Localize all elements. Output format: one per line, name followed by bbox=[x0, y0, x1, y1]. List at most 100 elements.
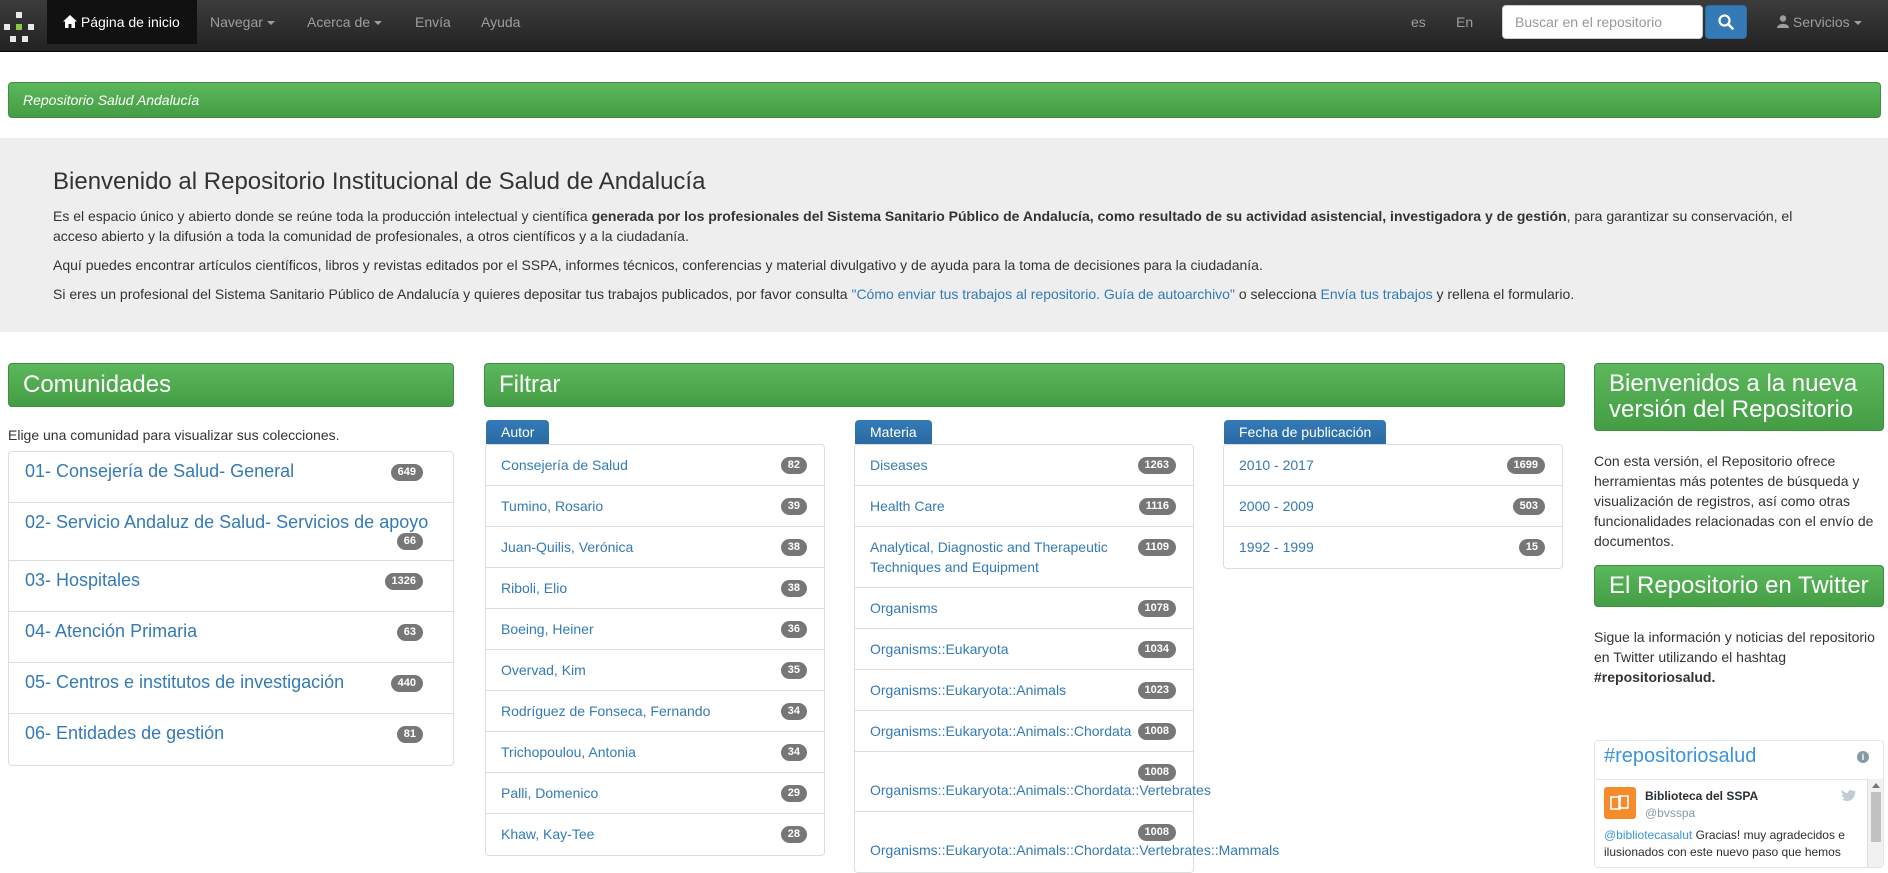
welcome-paragraph-1: Es el espacio único y abierto donde se r… bbox=[53, 206, 1835, 246]
breadcrumb-item[interactable]: Repositorio Salud Andalucía bbox=[23, 92, 199, 108]
facet-item[interactable]: Trichopoulou, Antonia 34 bbox=[486, 732, 824, 773]
facet-link[interactable]: Boeing, Heiner bbox=[501, 619, 809, 639]
facet-item[interactable]: Organisms::Eukaryota::Animals::Chordata:… bbox=[855, 752, 1211, 812]
scrollbar-thumb[interactable] bbox=[1870, 792, 1881, 842]
facet-item[interactable]: Organisms::Eukaryota::Animals 1023 bbox=[855, 670, 1193, 711]
nav-help[interactable]: Ayuda bbox=[481, 0, 520, 44]
community-item[interactable]: 01- Consejería de Salud- General 649 bbox=[9, 452, 453, 503]
facet-item[interactable]: Juan-Quilis, Verónica 38 bbox=[486, 527, 824, 568]
caret-down-icon bbox=[1853, 21, 1862, 26]
facet-link[interactable]: Palli, Domenico bbox=[501, 783, 809, 803]
facet-link[interactable]: Organisms::Eukaryota::Animals::Chordata:… bbox=[870, 822, 1279, 860]
facet-item[interactable]: Organisms 1078 bbox=[855, 588, 1193, 629]
author-tab[interactable]: Autor bbox=[486, 420, 550, 444]
facet-item[interactable]: Khaw, Kay-Tee 28 bbox=[486, 814, 824, 855]
community-item[interactable]: 04- Atención Primaria 63 bbox=[9, 612, 453, 663]
nav-services-dropdown[interactable]: Servicios bbox=[1777, 0, 1862, 44]
count-badge: 1326 bbox=[384, 573, 423, 590]
facet-item[interactable]: Analytical, Diagnostic and Therapeutic T… bbox=[855, 527, 1193, 588]
facet-item[interactable]: Palli, Domenico 29 bbox=[486, 773, 824, 814]
community-link[interactable]: 05- Centros e institutos de investigació… bbox=[25, 672, 344, 692]
tweet-author-name[interactable]: Biblioteca del SSPA bbox=[1645, 789, 1758, 803]
facet-item[interactable]: Consejería de Salud 82 bbox=[486, 445, 824, 486]
facet-item[interactable]: Health Care 1116 bbox=[855, 486, 1193, 527]
facet-item[interactable]: Overvad, Kim 35 bbox=[486, 650, 824, 691]
twitter-widget-title[interactable]: #repositoriosalud bbox=[1604, 745, 1756, 768]
scroll-up-arrow-icon[interactable] bbox=[1871, 783, 1880, 788]
facet-link[interactable]: Organisms::Eukaryota::Animals::Chordata bbox=[870, 721, 1178, 741]
facet-link[interactable]: Diseases bbox=[870, 455, 1178, 475]
nav-browse-dropdown[interactable]: Navegar bbox=[210, 0, 275, 44]
lang-en[interactable]: En bbox=[1456, 0, 1473, 44]
facet-item[interactable]: Organisms::Eukaryota::Animals::Chordata:… bbox=[855, 812, 1279, 872]
facet-item[interactable]: Diseases 1263 bbox=[855, 445, 1193, 486]
tweet-author-handle[interactable]: @bvsspa bbox=[1645, 806, 1695, 820]
facet-link[interactable]: 2010 - 2017 bbox=[1239, 455, 1547, 475]
date-list: 2010 - 2017 1699 2000 - 2009 503 1992 - 19… bbox=[1223, 444, 1563, 569]
facet-item[interactable]: 2000 - 2009 503 bbox=[1224, 486, 1562, 527]
community-link[interactable]: 01- Consejería de Salud- General bbox=[25, 461, 294, 481]
community-link[interactable]: 03- Hospitales bbox=[25, 570, 140, 590]
facet-link[interactable]: Rodríguez de Fonseca, Fernando bbox=[501, 701, 809, 721]
facet-item[interactable]: Tumino, Rosario 39 bbox=[486, 486, 824, 527]
search-input[interactable] bbox=[1502, 5, 1703, 39]
facet-item[interactable]: Rodríguez de Fonseca, Fernando 34 bbox=[486, 691, 824, 732]
facet-item[interactable]: Organisms::Eukaryota 1034 bbox=[855, 629, 1193, 670]
facet-link[interactable]: Riboli, Elio bbox=[501, 578, 809, 598]
welcome-paragraph-2: Aquí puedes encontrar artículos científi… bbox=[53, 257, 1263, 273]
info-icon[interactable]: i bbox=[1857, 751, 1869, 763]
community-link[interactable]: 02- Servicio Andaluz de Salud- Servicios… bbox=[25, 512, 428, 532]
facet-link[interactable]: Juan-Quilis, Verónica bbox=[501, 537, 809, 557]
count-badge: 649 bbox=[390, 464, 423, 481]
count-badge: 66 bbox=[396, 533, 423, 550]
count-badge: 82 bbox=[780, 457, 807, 474]
facet-link[interactable]: 1992 - 1999 bbox=[1239, 537, 1547, 557]
facet-link[interactable]: 2000 - 2009 bbox=[1239, 496, 1547, 516]
facet-item[interactable]: 1992 - 1999 15 bbox=[1224, 527, 1562, 568]
top-navbar: Página de inicio Navegar Acerca de Envía… bbox=[0, 0, 1888, 52]
facet-link[interactable]: Analytical, Diagnostic and Therapeutic T… bbox=[870, 537, 1178, 577]
community-link[interactable]: 06- Entidades de gestión bbox=[25, 723, 224, 743]
communities-section: Comunidades Elige una comunidad para vis… bbox=[8, 363, 454, 766]
twitter-bird-icon[interactable] bbox=[1841, 789, 1857, 803]
count-badge: 35 bbox=[780, 662, 807, 679]
search-button[interactable] bbox=[1705, 5, 1747, 39]
lang-es[interactable]: es bbox=[1411, 0, 1426, 44]
facet-link[interactable]: Tumino, Rosario bbox=[501, 496, 809, 516]
facet-link[interactable]: Organisms::Eukaryota::Animals bbox=[870, 680, 1178, 700]
facet-link[interactable]: Organisms::Eukaryota::Animals::Chordata:… bbox=[870, 762, 1211, 800]
nav-submit[interactable]: Envía bbox=[415, 0, 451, 44]
subject-facet: Materia Diseases 1263 Health Care 1116 Ana… bbox=[854, 420, 1279, 873]
facet-link[interactable]: Health Care bbox=[870, 496, 1178, 516]
facet-item[interactable]: Boeing, Heiner 36 bbox=[486, 609, 824, 650]
submit-works-link[interactable]: Envía tus trabajos bbox=[1321, 286, 1433, 302]
facet-link[interactable]: Organisms bbox=[870, 598, 1178, 618]
date-tab[interactable]: Fecha de publicación bbox=[1224, 420, 1387, 444]
facet-item[interactable]: Riboli, Elio 38 bbox=[486, 568, 824, 609]
subject-tab[interactable]: Materia bbox=[855, 420, 932, 444]
tweet-avatar[interactable] bbox=[1604, 787, 1636, 819]
communities-intro: Elige una comunidad para visualizar sus … bbox=[8, 427, 340, 443]
facet-item[interactable]: Organisms::Eukaryota::Animals::Chordata 1… bbox=[855, 711, 1193, 752]
facet-link[interactable]: Consejería de Salud bbox=[501, 455, 809, 475]
nav-about-dropdown[interactable]: Acerca de bbox=[307, 0, 383, 44]
twitter-widget: #repositoriosalud i Biblioteca del SSPA … bbox=[1594, 740, 1884, 868]
facet-link[interactable]: Khaw, Kay-Tee bbox=[501, 824, 809, 844]
news-header: Bienvenidos a la nueva versión del Repos… bbox=[1594, 363, 1884, 431]
facet-link[interactable]: Trichopoulou, Antonia bbox=[501, 742, 809, 762]
widget-scrollbar[interactable] bbox=[1867, 779, 1883, 867]
community-item[interactable]: 05- Centros e institutos de investigació… bbox=[9, 663, 453, 714]
count-badge: 28 bbox=[780, 826, 807, 843]
tweet-mention[interactable]: @bibliotecasalut bbox=[1604, 828, 1692, 842]
community-link[interactable]: 04- Atención Primaria bbox=[25, 621, 197, 641]
community-item[interactable]: 06- Entidades de gestión 81 bbox=[9, 714, 453, 765]
repository-logo-icon[interactable] bbox=[4, 12, 34, 42]
caret-down-icon bbox=[266, 21, 275, 26]
community-item[interactable]: 02- Servicio Andaluz de Salud- Servicios… bbox=[9, 503, 453, 561]
facet-link[interactable]: Organisms::Eukaryota bbox=[870, 639, 1178, 659]
community-item[interactable]: 03- Hospitales 1326 bbox=[9, 561, 453, 612]
guide-link[interactable]: "Cómo enviar tus trabajos al repositorio… bbox=[851, 286, 1234, 302]
facet-link[interactable]: Overvad, Kim bbox=[501, 660, 809, 680]
facet-item[interactable]: 2010 - 2017 1699 bbox=[1224, 445, 1562, 486]
nav-home[interactable]: Página de inicio bbox=[47, 0, 197, 44]
